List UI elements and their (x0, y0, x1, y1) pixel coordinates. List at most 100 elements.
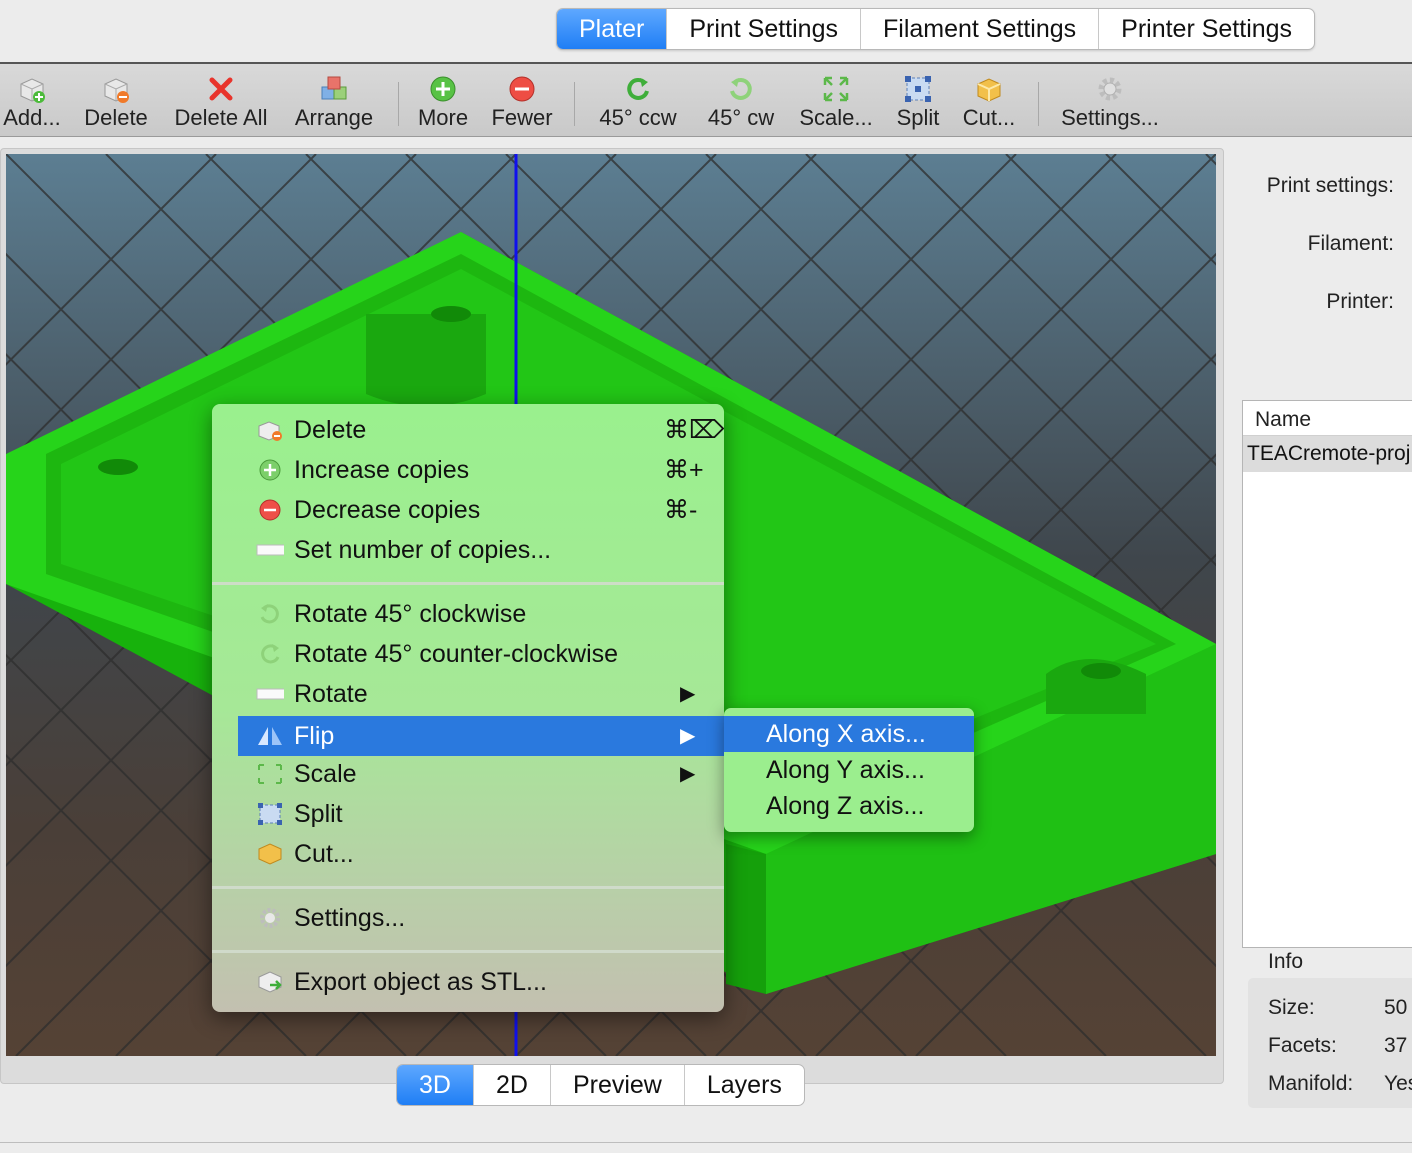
flip-icon (258, 727, 282, 745)
export-icon (258, 971, 282, 993)
rotate-ccw-button[interactable]: 45° ccw (590, 64, 686, 136)
menu-item-decrease-copies[interactable]: Decrease copies ⌘- (212, 490, 724, 530)
menu-label: Cut... (294, 840, 354, 868)
scale-label: Scale... (799, 105, 873, 130)
plater-toolbar: Add... Delete Delete All Arrange More Fe… (0, 64, 1412, 137)
menu-label: Set number of copies... (294, 536, 552, 564)
menu-shortcut: ⌘⌦ (664, 416, 724, 444)
submenu-label: Along Y axis... (766, 756, 925, 784)
plus-circle-icon (430, 76, 456, 102)
delete-button[interactable]: Delete (78, 64, 154, 136)
menu-item-increase-copies[interactable]: Increase copies ⌘+ (212, 450, 724, 490)
submenu-item-flip-z[interactable]: Along Z axis... (724, 788, 974, 824)
print-settings-label: Print settings: (1266, 174, 1394, 197)
menu-item-rotate[interactable]: Rotate ▶ (212, 674, 724, 714)
object-list[interactable]: Name TEACremote-proj (1242, 400, 1412, 948)
submenu-item-flip-y[interactable]: Along Y axis... (724, 752, 974, 788)
delete-all-icon (209, 77, 233, 101)
cut-button[interactable]: Cut... (958, 64, 1020, 136)
tab-filament-settings[interactable]: Filament Settings (860, 9, 1098, 49)
scale-button[interactable]: Scale... (794, 64, 878, 136)
menu-label: Delete (294, 416, 367, 444)
text-field-icon (256, 544, 284, 556)
rotate-cw-button[interactable]: 45° cw (698, 64, 784, 136)
filament-label: Filament: (1307, 232, 1394, 255)
list-header-name[interactable]: Name (1243, 401, 1412, 436)
menu-item-flip[interactable]: Flip ▶ (238, 716, 724, 756)
tab-printer-settings[interactable]: Printer Settings (1098, 9, 1314, 49)
arrange-button[interactable]: Arrange (288, 64, 380, 136)
cut-label: Cut... (962, 105, 1016, 130)
menu-label: Decrease copies (294, 496, 481, 524)
more-label: More (417, 105, 469, 130)
menu-label: Split (294, 800, 343, 828)
tab-print-settings[interactable]: Print Settings (666, 9, 860, 49)
status-bar (0, 1142, 1412, 1153)
list-item[interactable]: TEACremote-proj (1243, 436, 1412, 472)
menu-item-split[interactable]: Split (212, 794, 724, 834)
plus-circle-icon (259, 459, 281, 481)
facets-label: Facets: (1268, 1034, 1337, 1057)
menu-label: Rotate 45° counter-clockwise (294, 640, 619, 668)
tab-plater[interactable]: Plater (557, 9, 667, 49)
menu-item-rotate-cw[interactable]: Rotate 45° clockwise (212, 594, 724, 634)
tab-layers[interactable]: Layers (683, 1065, 804, 1105)
menu-label: Scale (294, 760, 357, 788)
menu-label: Rotate 45° clockwise (294, 600, 527, 628)
cut-icon (977, 78, 1001, 102)
settings-button[interactable]: Settings... (1054, 64, 1166, 136)
printer-label: Printer: (1326, 290, 1394, 313)
settings-label: Settings... (1061, 105, 1159, 130)
menu-divider (212, 886, 724, 889)
add-button[interactable]: Add... (0, 64, 64, 136)
submenu-arrow-icon: ▶ (680, 725, 696, 747)
fewer-label: Fewer (491, 105, 553, 130)
toolbar-divider (1038, 82, 1039, 126)
rotate-ccw-icon (627, 77, 649, 100)
menu-label: Export object as STL... (294, 968, 547, 996)
arrange-icon (321, 76, 347, 100)
arrange-label: Arrange (294, 105, 374, 130)
rotate-cw-icon (730, 77, 752, 100)
menu-item-rotate-ccw[interactable]: Rotate 45° counter-clockwise (212, 634, 724, 674)
tab-3d[interactable]: 3D (397, 1065, 473, 1105)
toolbar-divider (574, 82, 575, 126)
size-value: 50 (1384, 996, 1408, 1019)
add-label: Add... (3, 105, 61, 130)
scale-icon (823, 76, 849, 102)
rotate-cw-label: 45° cw (707, 105, 775, 130)
view-tabs: 3D 2D Preview Layers (396, 1064, 805, 1106)
scale-icon (258, 764, 282, 784)
delete-all-button[interactable]: Delete All (168, 64, 274, 136)
submenu-item-flip-x[interactable]: Along X axis... (724, 716, 974, 752)
split-button[interactable]: Split (888, 64, 948, 136)
facets-value: 37 (1384, 1034, 1408, 1057)
fewer-button[interactable]: Fewer (486, 64, 558, 136)
menu-item-export-stl[interactable]: Export object as STL... (212, 962, 724, 1002)
menu-divider (212, 582, 724, 585)
object-context-menu: Delete ⌘⌦ Increase copies ⌘+ Decrease co… (212, 404, 724, 1012)
menu-label: Settings... (294, 904, 406, 932)
menu-item-settings[interactable]: Settings... (212, 898, 724, 938)
menu-label: Increase copies (294, 456, 470, 484)
menu-shortcut: ⌘+ (664, 456, 704, 484)
manifold-value: Yes (1384, 1072, 1412, 1095)
menu-item-set-copies[interactable]: Set number of copies... (212, 530, 724, 570)
minus-circle-icon (509, 76, 535, 102)
split-icon (905, 76, 931, 102)
delete-all-label: Delete All (174, 105, 268, 130)
main-tabs: Plater Print Settings Filament Settings … (556, 8, 1316, 50)
submenu-arrow-icon: ▶ (680, 763, 696, 785)
more-button[interactable]: More (412, 64, 474, 136)
tab-2d[interactable]: 2D (472, 1065, 550, 1105)
menu-item-cut[interactable]: Cut... (212, 834, 724, 874)
split-label: Split (896, 105, 940, 130)
submenu-label: Along Z axis... (766, 792, 925, 820)
delete-object-icon (258, 421, 282, 441)
tab-preview[interactable]: Preview (549, 1065, 684, 1105)
menu-item-delete[interactable]: Delete ⌘⌦ (212, 410, 724, 450)
menu-item-scale[interactable]: Scale ▶ (212, 754, 724, 794)
menu-divider (212, 950, 724, 953)
submenu-label: Along X axis... (766, 720, 926, 748)
submenu-arrow-icon: ▶ (680, 683, 696, 705)
